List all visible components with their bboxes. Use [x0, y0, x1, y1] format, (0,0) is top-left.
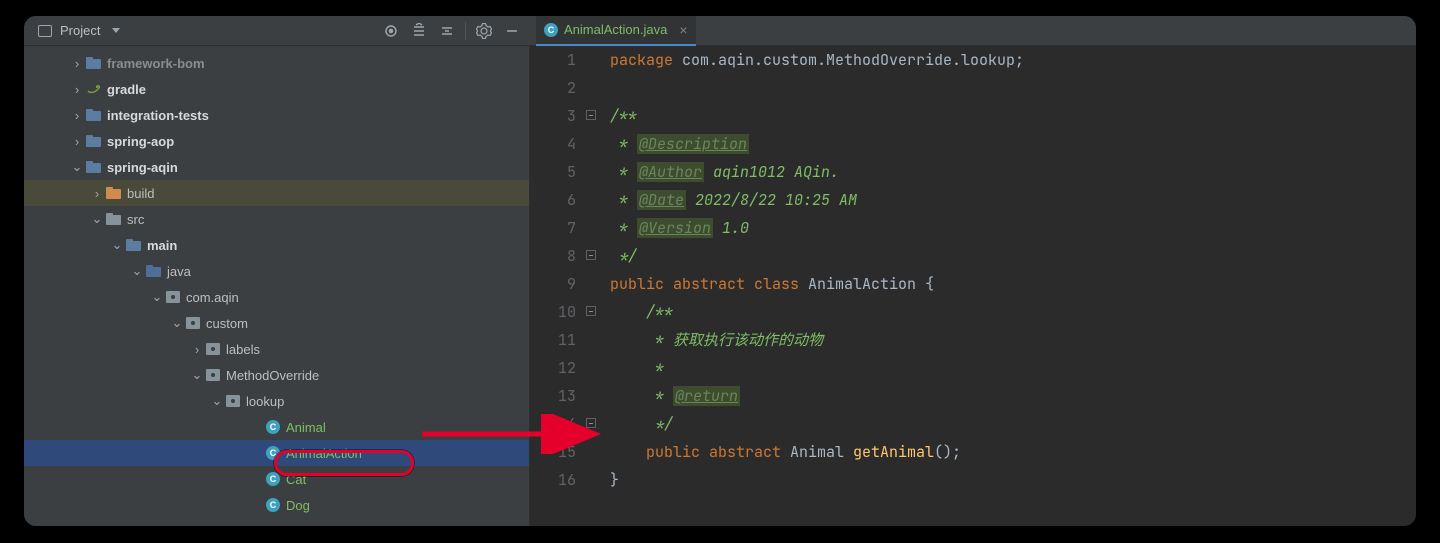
tree-label: java: [167, 264, 191, 279]
tree-row[interactable]: › C Dog: [24, 492, 529, 518]
tree-row-build[interactable]: › build: [24, 180, 529, 206]
tree-label: main: [147, 238, 177, 253]
module-icon: [86, 161, 101, 173]
package-icon: [226, 394, 240, 408]
tree-label: src: [127, 212, 144, 227]
module-icon: [86, 57, 101, 69]
module-icon: [86, 109, 101, 121]
editor-tab-animalaction[interactable]: C AnimalAction.java ×: [536, 16, 696, 46]
code-area[interactable]: package com.aqin.custom.MethodOverride.l…: [604, 46, 1416, 526]
expand-all-button[interactable]: [409, 21, 429, 41]
tree-label: gradle: [107, 82, 146, 97]
tree-label: labels: [226, 342, 260, 357]
tree-label: spring-aqin: [107, 160, 178, 175]
package-icon: [206, 342, 220, 356]
tree-label: integration-tests: [107, 108, 209, 123]
java-class-icon: C: [266, 472, 280, 486]
source-folder-icon: [126, 239, 141, 251]
tree-row[interactable]: ⌄ lookup: [24, 388, 529, 414]
tree-label: MethodOverride: [226, 368, 319, 383]
tree-row[interactable]: ⌄ src: [24, 206, 529, 232]
tree-row[interactable]: ⌄ MethodOverride: [24, 362, 529, 388]
tree-label: Dog: [286, 498, 310, 513]
project-tool-icon: [38, 25, 52, 37]
tree-row[interactable]: › C Cat: [24, 466, 529, 492]
tree-row[interactable]: › integration-tests: [24, 102, 529, 128]
source-root-icon: [146, 265, 161, 277]
tree-label: Animal: [286, 420, 326, 435]
java-class-icon: C: [266, 498, 280, 512]
tree-row-selected[interactable]: › C AnimalAction: [24, 440, 529, 466]
tree-row[interactable]: › spring-aop: [24, 128, 529, 154]
tree-row[interactable]: ⌄ main: [24, 232, 529, 258]
chevron-down-icon[interactable]: [112, 28, 120, 33]
tree-row[interactable]: › gradle: [24, 76, 529, 102]
java-class-icon: C: [266, 420, 280, 434]
tree-row[interactable]: › labels: [24, 336, 529, 362]
tree-label: com.aqin: [186, 290, 239, 305]
package-icon: [206, 368, 220, 382]
collapse-all-button[interactable]: [437, 21, 457, 41]
tree-row[interactable]: ⌄ com.aqin: [24, 284, 529, 310]
tree-row[interactable]: ⌄ java: [24, 258, 529, 284]
tree-label: build: [127, 186, 154, 201]
close-tab-button[interactable]: ×: [679, 22, 687, 38]
tree-row[interactable]: ⌄ spring-aqin: [24, 154, 529, 180]
settings-button[interactable]: [474, 21, 494, 41]
tree-row[interactable]: › framework-bom: [24, 50, 529, 76]
folder-excluded-icon: [106, 187, 121, 199]
module-icon: [86, 135, 101, 147]
tree-label: Cat: [286, 472, 306, 487]
tree-row[interactable]: ⌄ custom: [24, 310, 529, 336]
select-opened-file-button[interactable]: [381, 21, 401, 41]
tree-label: lookup: [246, 394, 284, 409]
tree-label: AnimalAction: [286, 446, 362, 461]
tree-label: custom: [206, 316, 248, 331]
tree-label: spring-aop: [107, 134, 174, 149]
project-label[interactable]: Project: [60, 23, 100, 38]
editor-gutter: 1234 5678 9101112 13141516: [530, 46, 604, 526]
code-editor[interactable]: 1234 5678 9101112 13141516 package com.a…: [530, 46, 1416, 526]
java-class-icon: C: [266, 446, 280, 460]
folder-icon: [106, 213, 121, 225]
gradle-icon: [86, 83, 101, 95]
java-class-icon: C: [544, 23, 558, 37]
tree-label: framework-bom: [107, 56, 205, 71]
tree-row[interactable]: › C Animal: [24, 414, 529, 440]
package-icon: [186, 316, 200, 330]
editor-tab-label: AnimalAction.java: [564, 22, 667, 37]
top-toolbar: Project C A: [24, 16, 1416, 46]
package-icon: [166, 290, 180, 304]
project-tree-panel: › framework-bom › gradle › integration-t…: [24, 46, 530, 526]
hide-panel-button[interactable]: [502, 21, 522, 41]
